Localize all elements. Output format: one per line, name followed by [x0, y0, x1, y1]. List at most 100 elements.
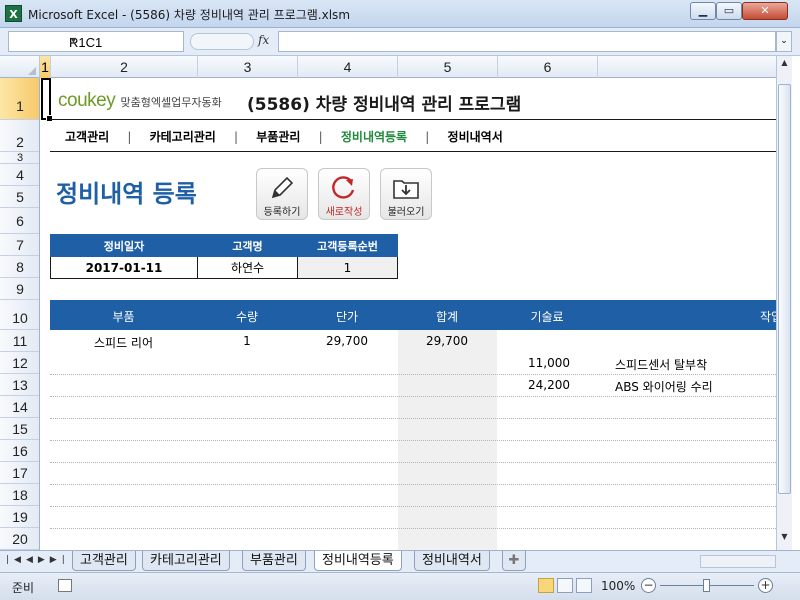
gridline: [50, 396, 776, 397]
active-cell-selection[interactable]: [41, 78, 53, 122]
customer-seq-cell[interactable]: 1: [297, 256, 398, 279]
row-header-13[interactable]: 13: [0, 374, 39, 396]
tab-navigation-icon[interactable]: |◀◀▶▶|: [6, 555, 70, 565]
insert-sheet-icon[interactable]: ✚: [502, 551, 526, 571]
column-header-3[interactable]: 3: [198, 56, 298, 78]
row-header-16[interactable]: 16: [0, 440, 39, 462]
load-button-label: 불러오기: [387, 207, 425, 218]
detail-row2-fee[interactable]: 11,000: [528, 356, 570, 370]
vertical-scroll-thumb[interactable]: [778, 84, 791, 494]
folder-download-icon: [393, 180, 419, 199]
column-header-6[interactable]: 6: [498, 56, 598, 78]
menu-item-service-register[interactable]: 정비내역등록: [341, 128, 407, 145]
detail-row2-work[interactable]: 스피드센서 탈부착: [615, 356, 707, 373]
close-button[interactable]: ✕: [742, 2, 788, 20]
menu-item-categories[interactable]: 카테고리관리: [150, 128, 216, 145]
row-header-14[interactable]: 14: [0, 396, 39, 418]
row-header-12[interactable]: 12: [0, 352, 39, 374]
page-break-view-icon[interactable]: [576, 578, 592, 593]
column-header-1[interactable]: 1: [40, 56, 51, 78]
horizontal-scrollbar[interactable]: [700, 555, 776, 568]
menu-divider: [50, 151, 776, 152]
insert-function-icon[interactable]: fx: [258, 33, 269, 47]
tab-service-register[interactable]: 정비내역등록: [314, 551, 402, 571]
service-date-cell[interactable]: 2017-01-11: [50, 256, 198, 279]
menu-item-customers[interactable]: 고객관리: [65, 128, 109, 145]
info-header-date: 정비일자: [50, 234, 198, 257]
row-header-5[interactable]: 5: [0, 186, 39, 208]
macro-record-icon[interactable]: [58, 579, 72, 592]
service-info-table: 정비일자 고객명 고객등록순번 2017-01-11 하연수 1: [50, 234, 398, 279]
row-header-18[interactable]: 18: [0, 484, 39, 506]
header-divider: [50, 119, 776, 120]
load-button[interactable]: 불러오기: [380, 168, 432, 220]
row-header-4[interactable]: 4: [0, 164, 39, 186]
row-header-2[interactable]: 2: [0, 120, 39, 152]
page-layout-view-icon[interactable]: [557, 578, 573, 593]
worksheet[interactable]: coukey 맞춤형엑셀업무자동화 (5586) 차량 정비내역 관리 프로그램…: [41, 78, 776, 550]
detail-header-unit: 단가: [335, 310, 359, 324]
column-header-2[interactable]: 2: [51, 56, 198, 78]
status-bar: 준비 100% − +: [0, 572, 800, 600]
row-header-11[interactable]: 11: [0, 330, 39, 352]
row-header-6[interactable]: 6: [0, 208, 39, 234]
minimize-button[interactable]: ▁: [690, 2, 716, 20]
select-all-corner[interactable]: [0, 56, 40, 78]
top-menu: 고객관리 | 카테고리관리 | 부품관리 | 정비내역등록 | 정비내역서: [65, 128, 503, 145]
detail-row1-sum[interactable]: 29,700: [397, 334, 497, 348]
formula-input[interactable]: [278, 31, 776, 52]
tab-customers[interactable]: 고객관리: [72, 551, 136, 571]
column-header-5[interactable]: 5: [398, 56, 498, 78]
row-header-9[interactable]: 9: [0, 278, 39, 300]
customer-name-cell[interactable]: 하연수: [197, 256, 298, 279]
detail-row1-unit[interactable]: 29,700: [297, 334, 397, 348]
menu-item-parts[interactable]: 부품관리: [256, 128, 300, 145]
menu-separator: |: [425, 130, 430, 144]
zoom-in-icon[interactable]: +: [758, 578, 773, 593]
detail-header-qty: 수량: [235, 310, 259, 324]
row-header-15[interactable]: 15: [0, 418, 39, 440]
row-header-10[interactable]: 10: [0, 300, 39, 330]
column-header-7[interactable]: [598, 56, 776, 78]
register-button[interactable]: 등록하기: [256, 168, 308, 220]
row-header-8[interactable]: 8: [0, 256, 39, 278]
tab-categories[interactable]: 카테고리관리: [142, 551, 230, 571]
row-header-1[interactable]: 1: [0, 78, 39, 120]
detail-row3-work[interactable]: ABS 와이어링 수리: [615, 378, 713, 395]
row-header-17[interactable]: 17: [0, 462, 39, 484]
new-button-label: 새로작성: [325, 207, 363, 218]
detail-header-sum: 합계: [435, 310, 459, 324]
row-header-3[interactable]: 3: [0, 152, 39, 164]
tab-parts[interactable]: 부품관리: [242, 551, 306, 571]
detail-row1-qty[interactable]: 1: [197, 334, 297, 348]
program-title: (5586) 차량 정비내역 관리 프로그램: [247, 95, 522, 115]
info-header-seq: 고객등록순번: [297, 234, 398, 257]
zoom-out-icon[interactable]: −: [641, 578, 656, 593]
row-header-20[interactable]: 20: [0, 528, 39, 550]
zoom-slider-thumb[interactable]: [703, 579, 710, 592]
vertical-scrollbar[interactable]: ▲ ▼: [776, 56, 792, 550]
maximize-button[interactable]: ▭: [716, 2, 742, 20]
pencil-icon: [271, 176, 294, 199]
chevron-down-icon[interactable]: ▼: [69, 35, 179, 45]
detail-table-header: 부품 수량 단가 합계 기술료 작업: [50, 300, 776, 330]
row-header-7[interactable]: 7: [0, 234, 39, 256]
gridline: [50, 440, 776, 441]
row-header-19[interactable]: 19: [0, 506, 39, 528]
expand-formula-icon[interactable]: ⌄: [776, 31, 792, 52]
scroll-down-icon[interactable]: ▼: [778, 532, 791, 546]
detail-row3-fee[interactable]: 24,200: [528, 378, 570, 392]
column-header-4[interactable]: 4: [298, 56, 398, 78]
detail-row1-part[interactable]: 스피드 리어: [50, 334, 197, 351]
gridline: [50, 462, 776, 463]
name-box[interactable]: R1C1 ▼: [8, 31, 184, 52]
new-button[interactable]: 새로작성: [318, 168, 370, 220]
scroll-up-icon[interactable]: ▲: [778, 58, 791, 72]
normal-view-icon[interactable]: [538, 578, 554, 593]
zoom-level[interactable]: 100%: [601, 579, 635, 593]
tab-service-report[interactable]: 정비내역서: [414, 551, 490, 571]
refresh-icon: [332, 176, 355, 199]
excel-app-icon[interactable]: X: [5, 5, 22, 22]
menu-item-service-report[interactable]: 정비내역서: [448, 128, 503, 145]
column-header: 1 2 3 4 5 6: [0, 56, 776, 78]
